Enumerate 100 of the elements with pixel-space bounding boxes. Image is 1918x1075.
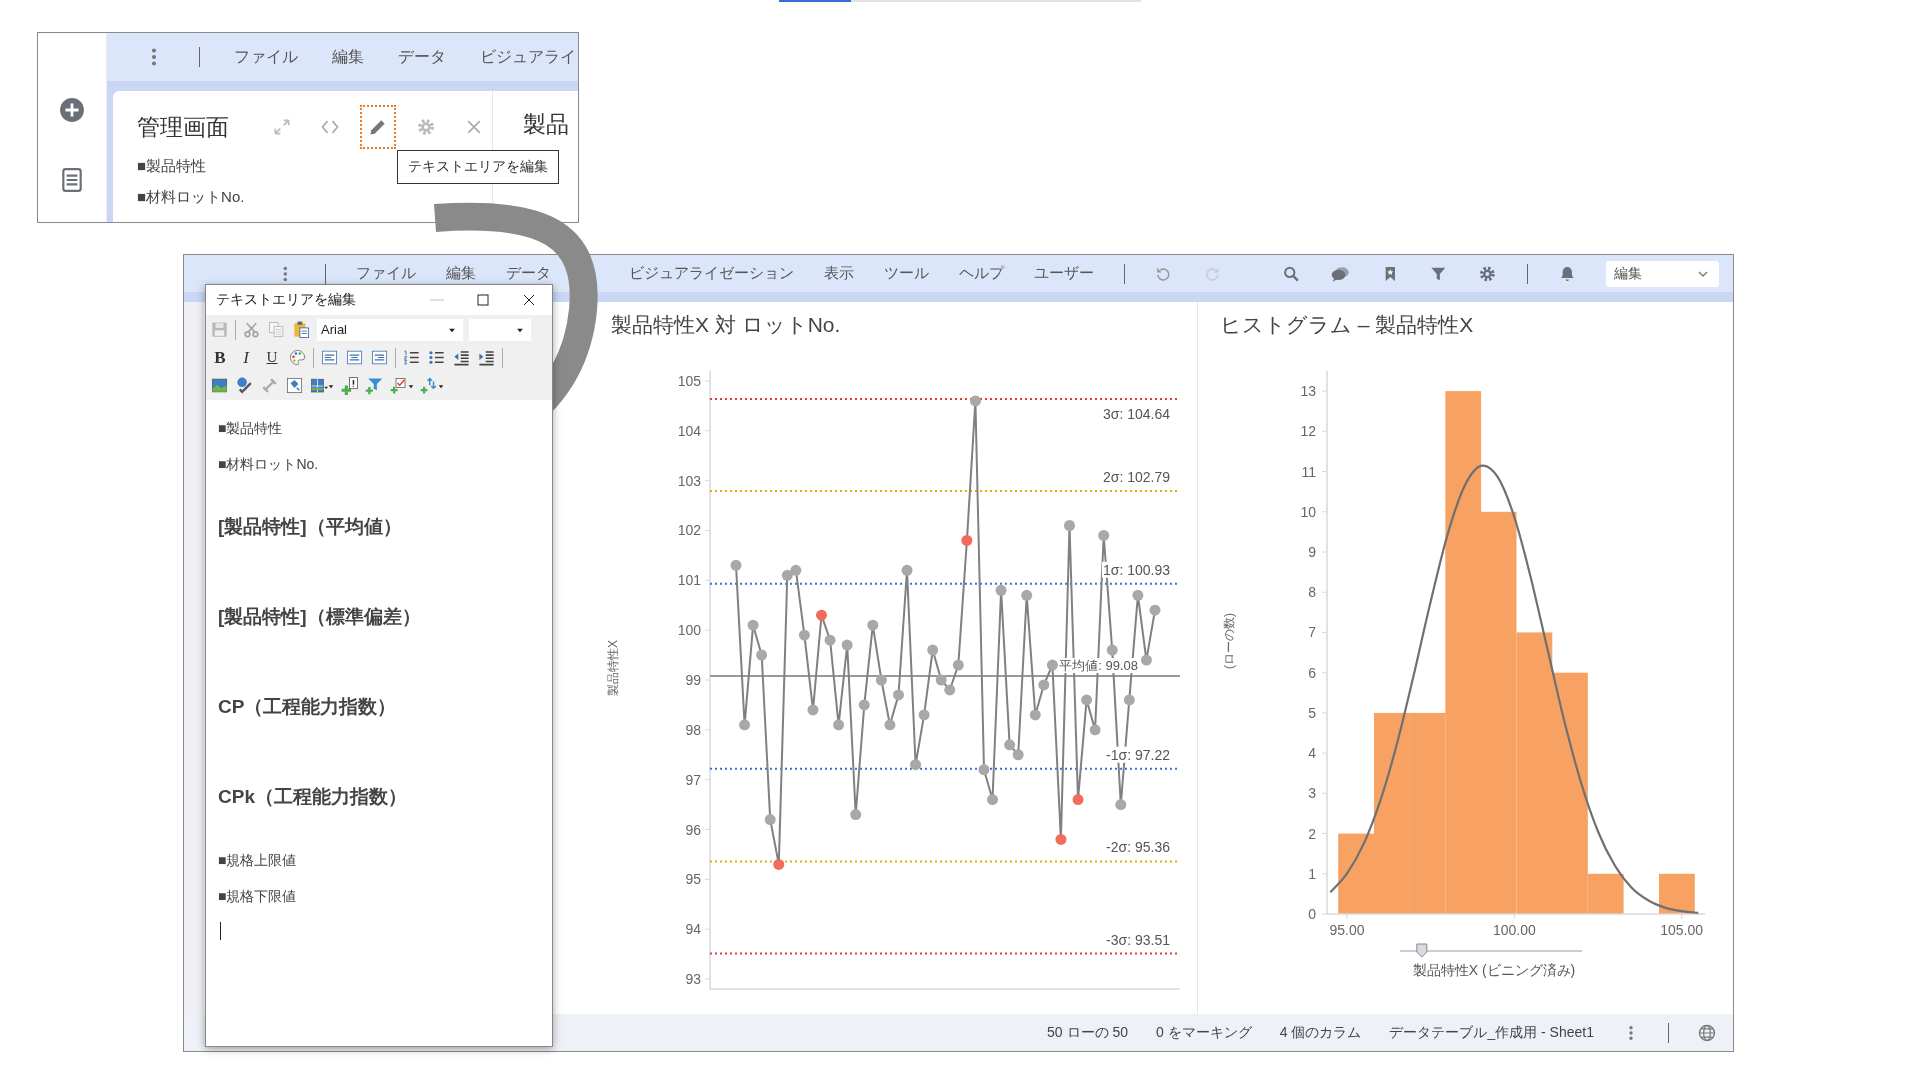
unlink-icon[interactable] <box>260 376 279 395</box>
tick-label: 12 <box>1300 423 1316 440</box>
link-icon[interactable] <box>235 376 254 395</box>
chart-title: ヒストグラム – 製品特性X <box>1219 312 1475 338</box>
numbered-list-icon[interactable] <box>402 348 421 367</box>
paste-icon[interactable] <box>292 320 311 339</box>
bin-slider[interactable] <box>1399 943 1583 958</box>
menu-item[interactable]: ファイル <box>355 264 416 283</box>
palette-icon[interactable] <box>288 348 307 367</box>
indent-icon[interactable] <box>477 348 496 367</box>
data-point <box>892 689 904 701</box>
panel-title: 管理画面 <box>137 112 230 142</box>
menu-item[interactable]: ビジュアライ <box>480 46 576 68</box>
tick-label: 95 <box>685 871 701 888</box>
data-point <box>1098 529 1110 541</box>
tick-label: 93 <box>685 971 701 988</box>
align-left-icon[interactable] <box>320 348 339 367</box>
menu-item[interactable]: 表示 <box>823 264 854 283</box>
tick-label: 5 <box>1308 704 1316 721</box>
data-point <box>833 719 845 731</box>
format-button[interactable]: I <box>236 347 256 368</box>
line-label: -1σ: 97.22 <box>1105 746 1172 763</box>
axis-title: 製品特性X <box>606 640 620 696</box>
table-icon[interactable] <box>310 376 334 395</box>
text-area[interactable]: ■製品特性 ■材料ロットNo. [製品特性]（平均値） [製品特性]（標準偏差） CP（工程能力指数） CPk（工程能力指数） ■規格上限値 ■規格下限値 <box>206 400 552 1046</box>
data-point <box>969 395 981 407</box>
menu-item[interactable]: ユーザー <box>1033 264 1094 283</box>
text-line: ■規格上限値 <box>218 851 298 870</box>
outdent-icon[interactable] <box>452 348 471 367</box>
chart-title: 製品特性X 対 ロットNo. <box>610 312 842 338</box>
data-point <box>1106 644 1118 656</box>
tick-label: 6 <box>1308 664 1316 681</box>
data-point <box>978 764 990 776</box>
tick-label: 13 <box>1300 383 1316 400</box>
tick-label: 3 <box>1308 785 1316 802</box>
tick-label: 2 <box>1308 825 1316 842</box>
menu-item[interactable]: 編集 <box>332 46 364 68</box>
align-center-icon[interactable] <box>345 348 364 367</box>
menu-item[interactable]: データ <box>398 46 446 68</box>
heading-text: [製品特性]（平均値） <box>218 515 403 539</box>
data-point <box>935 674 947 686</box>
tick-label: 105 <box>677 372 701 389</box>
bullet-list-icon[interactable] <box>427 348 446 367</box>
data-point <box>756 649 768 661</box>
tool-button[interactable] <box>360 105 396 149</box>
data-point <box>1140 654 1152 666</box>
menu-item[interactable]: ヘルプ <box>958 264 1004 283</box>
data-point <box>798 629 810 641</box>
status-text: 4 個のカラム <box>1279 1023 1362 1042</box>
line-label: -2σ: 95.36 <box>1105 839 1172 856</box>
data-point <box>781 569 793 581</box>
format-button[interactable]: B <box>210 347 230 368</box>
menu-item[interactable]: 編集 <box>445 264 476 283</box>
heading-text: CP（工程能力指数） <box>218 695 398 719</box>
heading-text: [製品特性]（標準偏差） <box>218 605 422 629</box>
data-point <box>747 619 759 631</box>
tick-label: 8 <box>1308 584 1316 601</box>
tick-label: 101 <box>677 572 701 589</box>
data-point <box>1046 659 1058 671</box>
paint-bucket-icon[interactable] <box>285 376 304 395</box>
font-dropdown[interactable]: Arial <box>317 318 463 341</box>
status-text: データテーブル_作成用 - Sheet1 <box>1389 1023 1594 1042</box>
data-point <box>807 704 819 716</box>
mode-dropdown[interactable]: 編集 <box>1606 260 1719 287</box>
tick-label: 100 <box>677 622 701 639</box>
menu-item[interactable]: ツール <box>883 264 929 283</box>
add-icon[interactable] <box>59 97 85 123</box>
data-point <box>858 699 870 711</box>
list-icon[interactable] <box>59 167 85 193</box>
tick-label: 100.00 <box>1492 922 1536 938</box>
globe-icon[interactable] <box>1697 1022 1717 1043</box>
slider-handle[interactable] <box>1416 943 1428 958</box>
data-point <box>1115 799 1127 811</box>
add-sort-icon[interactable] <box>420 376 444 395</box>
align-right-icon[interactable] <box>370 348 389 367</box>
data-point <box>927 644 939 656</box>
menu-item[interactable]: ビジュアライゼーション <box>628 264 794 283</box>
data-point <box>1089 724 1101 736</box>
tick-label: 103 <box>677 472 701 489</box>
tooltip: テキストエリアを編集 <box>397 150 559 184</box>
format-button[interactable]: U <box>262 349 282 366</box>
add-note-icon[interactable] <box>340 376 359 395</box>
data-point <box>987 794 999 806</box>
tick-label: 95.00 <box>1329 922 1365 938</box>
menu-item[interactable]: ファイル <box>234 46 298 68</box>
line-label: 3σ: 104.64 <box>1101 405 1172 422</box>
line-label: -3σ: 93.51 <box>1105 931 1172 948</box>
data-point <box>1055 834 1067 845</box>
menu-item[interactable]: データ <box>505 264 551 283</box>
tick-label: 9 <box>1308 544 1316 560</box>
data-point <box>918 709 930 721</box>
add-checkbox-icon[interactable] <box>390 376 414 395</box>
data-point <box>944 684 956 696</box>
tick-label: 4 <box>1308 745 1316 762</box>
window-title: テキストエリアを編集 <box>216 291 357 309</box>
data-point <box>816 609 827 621</box>
image-icon[interactable] <box>210 376 229 395</box>
add-filter-icon[interactable] <box>365 376 384 395</box>
data-point <box>910 759 922 771</box>
data-point <box>730 559 742 571</box>
